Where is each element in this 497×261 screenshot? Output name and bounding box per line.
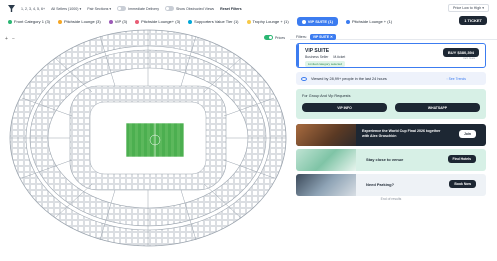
see-trends-link[interactable]: ◦ See Trends: [447, 77, 466, 81]
find-hotels-button[interactable]: Find Hotels: [447, 155, 476, 163]
category-row: Front Category 1 (3) Pitchside Lounge (3…: [8, 16, 392, 27]
promo-text: Experience the World Cup Final 2026 toge…: [362, 129, 441, 138]
quantity-select[interactable]: 1, 2, 3, 4, 5, 6+: [21, 7, 45, 11]
stadium-map[interactable]: + − Prices: [0, 28, 290, 261]
category-pitchside-lounge-plus-2[interactable]: Pitchside Lounge + (1): [346, 19, 392, 24]
promo-world-cup: Experience the World Cup Final 2026 toge…: [296, 124, 486, 146]
ticket-type-label: M-ticket: [333, 55, 346, 59]
listing-meta: Business Seller M-ticket: [305, 55, 345, 59]
zoom-out-button[interactable]: −: [12, 36, 15, 42]
category-label: VIP SUITE (1): [307, 19, 333, 24]
stadium-seating-svg[interactable]: [0, 28, 290, 261]
obstructed-toggle-wrap[interactable]: Show Obstructed Views: [165, 6, 214, 11]
group-request-card: For Group And Vip Requests VIP INFO WHAT…: [296, 89, 486, 119]
category-dot: [188, 19, 193, 24]
category-dot: [135, 19, 140, 24]
promo-parking: Need Parking? Book Now: [296, 174, 486, 196]
category-label: Supporters Value Tier (1): [194, 19, 239, 24]
immediate-delivery-label: Immediate Delivery: [128, 6, 159, 11]
listing-tag: Limited category selected: [305, 61, 346, 67]
category-dot: [346, 19, 350, 24]
category-dot: [108, 19, 113, 24]
prices-toggle-wrap[interactable]: Prices: [264, 35, 285, 40]
category-vip[interactable]: VIP (3): [108, 19, 128, 24]
filter-chip-vip-suite[interactable]: VIP SUITE ✕: [309, 34, 336, 40]
sellers-select[interactable]: All Sellers (1000) ▾: [51, 7, 81, 11]
promo-hotels: Stay close to venue Find Hotels: [296, 149, 486, 171]
end-of-results: End of results: [380, 197, 402, 201]
category-label: Front Category 1 (3): [14, 19, 51, 24]
prices-label: Prices: [275, 35, 285, 40]
promo-image: [296, 124, 356, 146]
category-dot: [301, 19, 306, 24]
category-dot: [8, 19, 12, 24]
obstructed-toggle[interactable]: [165, 6, 174, 11]
category-vip-suite[interactable]: VIP SUITE (1): [296, 17, 338, 26]
join-button[interactable]: Join: [459, 130, 476, 138]
book-now-button[interactable]: Book Now: [449, 180, 476, 188]
sections-select[interactable]: Pair Sections ▾: [87, 7, 111, 11]
ticket-count-button[interactable]: 1 TICKET: [459, 16, 487, 25]
eye-icon: [301, 76, 307, 81]
obstructed-label: Show Obstructed Views: [176, 6, 215, 11]
sort-select[interactable]: Price Low to High ▾: [448, 4, 489, 12]
category-front-1[interactable]: Front Category 1 (3): [8, 19, 50, 24]
seller-label: Business Seller: [305, 55, 329, 59]
listing-title: VIP SUITE: [305, 48, 330, 54]
category-dot: [246, 19, 251, 24]
prices-toggle[interactable]: [264, 35, 273, 40]
listing-panel: Filters: VIP SUITE ✕ VIP SUITE Business …: [296, 32, 488, 261]
filters-label: Filters:: [296, 35, 307, 39]
listing-accent-bar: [297, 44, 299, 67]
category-label: VIP (3): [114, 19, 128, 24]
active-filters: Filters: VIP SUITE ✕: [296, 32, 488, 42]
zoom-in-button[interactable]: +: [5, 36, 8, 42]
immediate-delivery-toggle[interactable]: [117, 6, 127, 11]
reset-filters-link[interactable]: Reset Filters: [220, 7, 242, 11]
group-request-title: For Group And Vip Requests: [302, 94, 351, 98]
vip-info-button[interactable]: VIP INFO: [302, 103, 387, 112]
listing-card[interactable]: VIP SUITE Business Seller M-ticket Limit…: [296, 43, 486, 68]
category-pitchside-lounge[interactable]: Pitchside Lounge (3): [58, 19, 101, 24]
whatsapp-button[interactable]: WHATSAPP: [395, 103, 480, 112]
promo-text: Stay close to venue: [366, 157, 404, 162]
category-supporters-value[interactable]: Supporters Value Tier (1): [188, 19, 239, 24]
category-label: Pitchside Lounge + (1): [352, 19, 393, 24]
promo-image: [296, 149, 356, 171]
price-note: incl. fees: [463, 56, 475, 60]
promo-text: Need Parking?: [366, 182, 395, 187]
category-dot: [58, 19, 63, 24]
filter-funnel-icon[interactable]: [8, 5, 15, 12]
viewed-text: Viewed by 28,99+ people in the last 24 h…: [311, 76, 387, 81]
filter-row: 1, 2, 3, 4, 5, 6+ All Sellers (1000) ▾ P…: [8, 4, 242, 13]
promo-image: [296, 174, 356, 196]
category-label: Pitchside Lounge+ (3): [141, 19, 181, 24]
category-label: Pitchside Lounge (3): [64, 19, 101, 24]
category-pitchside-lounge-plus[interactable]: Pitchside Lounge+ (3): [135, 19, 180, 24]
viewed-banner: Viewed by 28,99+ people in the last 24 h…: [296, 72, 486, 85]
category-label: Trophy Lounge + (1): [252, 19, 289, 24]
immediate-delivery-toggle-wrap[interactable]: Immediate Delivery: [117, 6, 159, 11]
category-trophy-lounge[interactable]: Trophy Lounge + (1): [246, 19, 289, 24]
